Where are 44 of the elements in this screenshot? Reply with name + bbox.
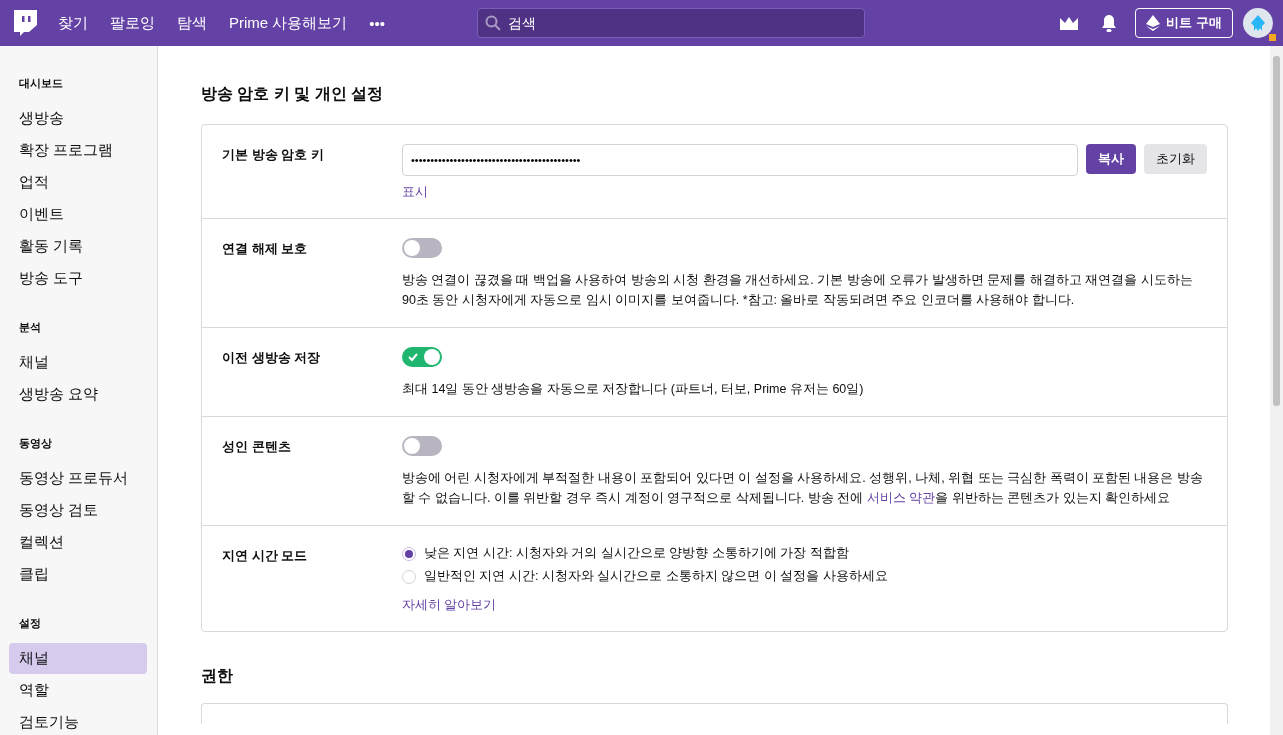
sidebar-item[interactable]: 클립 — [9, 559, 147, 590]
sidebar-heading: 동영상 — [18, 436, 53, 451]
setting-description: 방송 연결이 끊겼을 때 백업을 사용하여 방송의 시청 환경을 개선하세요. 기본 방송에 오류가 발생하면 문제를 해결하고 재연결을 시도하는 90초 동안 시청자에게 자동으로 임시 이미지를 보여줍니다. *참고: 올바로 작동되려면 주요 인코더를 사용해야 합니다. — [402, 272, 1194, 309]
setting-label: 성인 콘텐츠 — [222, 438, 292, 456]
radio-option[interactable]: 일반적인 지연 시간: 시청자와 실시간으로 소통하지 않으면 이 설정을 사용하세요 — [402, 568, 888, 585]
sidebar-item[interactable]: 컬렉션 — [9, 527, 147, 558]
section-title: 권한 — [201, 666, 234, 686]
copy-button[interactable]: 복사 — [1086, 144, 1136, 174]
sidebar-item[interactable]: 업적 — [9, 167, 147, 198]
sidebar-heading: 대시보드 — [18, 76, 64, 91]
stream-key-field[interactable]: •••••••••••••••••••••••••••••••••••••••••••• — [402, 144, 1078, 176]
sidebar-item[interactable]: 방송 도구 — [9, 263, 147, 294]
setting-label: 연결 해제 보호 — [222, 240, 309, 258]
nav-link[interactable]: 팔로잉 — [110, 13, 155, 33]
sidebar-item[interactable]: 동영상 프로듀서 — [9, 463, 147, 494]
sidebar-item[interactable]: 이벤트 — [9, 199, 147, 230]
setting-label: 기본 방송 암호 키 — [222, 146, 325, 164]
nav-link[interactable]: 찾기 — [58, 13, 88, 33]
sidebar-heading: 설정 — [18, 616, 42, 631]
buy-bits-button[interactable]: 비트 구매 — [1135, 8, 1233, 38]
section-title: 방송 암호 키 및 개인 설정 — [201, 84, 385, 104]
sidebar-heading: 분석 — [18, 320, 42, 335]
sidebar-item[interactable]: 채널 — [9, 347, 147, 378]
search-field[interactable]: 검색 — [477, 8, 866, 38]
learn-more-link[interactable]: 자세히 알아보기 — [402, 597, 497, 614]
sidebar-item[interactable]: 생방송 — [9, 103, 147, 134]
nav-link[interactable]: Prime 사용해보기 — [229, 13, 348, 33]
setting-label: 이전 생방송 저장 — [222, 349, 322, 367]
sidebar-item[interactable]: 확장 프로그램 — [9, 135, 147, 166]
sidebar-item[interactable]: 채널 — [9, 643, 147, 674]
setting-description: 최대 14일 동안 생방송을 자동으로 저장합니다 (파트너, 터보, Prime 유저는 60일) — [402, 381, 864, 398]
show-link[interactable]: 표시 — [402, 184, 428, 201]
setting-label: 지연 시간 모드 — [222, 547, 309, 565]
reset-button[interactable]: 초기화 — [1144, 144, 1207, 174]
sidebar-item[interactable]: 활동 기록 — [9, 231, 147, 262]
sidebar-item[interactable]: 역할 — [9, 675, 147, 706]
setting-description: 방송에 어린 시청자에게 부적절한 내용이 포함되어 있다면 이 설정을 사용하세요. 성행위, 나체, 위협 또는 극심한 폭력이 포함된 내용은 방송할 수 없습니다. 이를 위반할 경우 즉시 계정이 영구적으로 삭제됩니다. 방송 전에 서비스 약관을 위반하는 콘텐츠가 있는지 확인하세요 — [402, 470, 1204, 507]
nav-link[interactable]: ••• — [369, 14, 386, 32]
nav-link[interactable]: 탐색 — [177, 13, 207, 33]
sidebar-item[interactable]: 검토기능 — [9, 707, 147, 735]
terms-link[interactable]: 서비스 약관 — [866, 491, 936, 505]
radio-option[interactable]: 낮은 지연 시간: 시청자와 거의 실시간으로 양방향 소통하기에 가장 적합함 — [402, 545, 849, 562]
sidebar-item[interactable]: 생방송 요약 — [9, 379, 147, 410]
sidebar-item[interactable]: 동영상 검토 — [9, 495, 147, 526]
